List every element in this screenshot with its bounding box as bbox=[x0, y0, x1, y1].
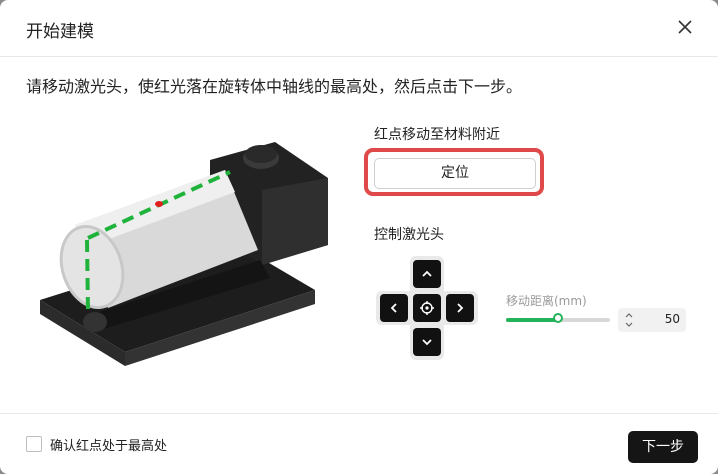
next-button[interactable]: 下一步 bbox=[628, 431, 698, 463]
right-arrow-icon bbox=[457, 303, 464, 313]
distance-stepper[interactable]: 50 bbox=[618, 308, 686, 332]
direction-pad bbox=[376, 256, 478, 360]
move-down-button[interactable] bbox=[413, 328, 441, 356]
move-left-button[interactable] bbox=[380, 294, 408, 322]
rotary-illustration bbox=[30, 130, 340, 370]
locate-section-label: 红点移动至材料附近 bbox=[374, 127, 500, 143]
move-up-button[interactable] bbox=[413, 260, 441, 288]
confirm-label: 确认红点处于最高处 bbox=[50, 439, 168, 454]
left-arrow-icon bbox=[390, 303, 397, 313]
close-icon[interactable] bbox=[674, 16, 696, 38]
down-arrow-icon bbox=[422, 339, 432, 346]
distance-slider[interactable] bbox=[506, 313, 610, 323]
locate-button[interactable]: 定位 bbox=[374, 158, 536, 189]
dialog-header: 开始建模 bbox=[0, 0, 718, 57]
up-arrow-icon bbox=[422, 270, 432, 277]
instruction-text: 请移动激光头，使红光落在旋转体中轴线的最高处，然后点击下一步。 bbox=[26, 77, 523, 96]
stepper-arrows-icon[interactable] bbox=[624, 310, 634, 330]
modeling-dialog: 开始建模 请移动激光头，使红光落在旋转体中轴线的最高处，然后点击下一步。 红点移… bbox=[0, 0, 718, 474]
laser-control-label: 控制激光头 bbox=[374, 227, 444, 243]
center-button[interactable] bbox=[413, 294, 441, 322]
slider-thumb[interactable] bbox=[553, 313, 563, 323]
distance-value: 50 bbox=[664, 312, 680, 326]
crosshair-icon bbox=[420, 301, 434, 315]
slider-fill bbox=[506, 318, 558, 322]
confirm-checkbox[interactable] bbox=[26, 436, 42, 452]
distance-label: 移动距离(mm) bbox=[506, 294, 587, 308]
move-right-button[interactable] bbox=[446, 294, 474, 322]
locate-highlight: 定位 bbox=[364, 148, 544, 196]
dialog-title: 开始建模 bbox=[26, 22, 94, 42]
